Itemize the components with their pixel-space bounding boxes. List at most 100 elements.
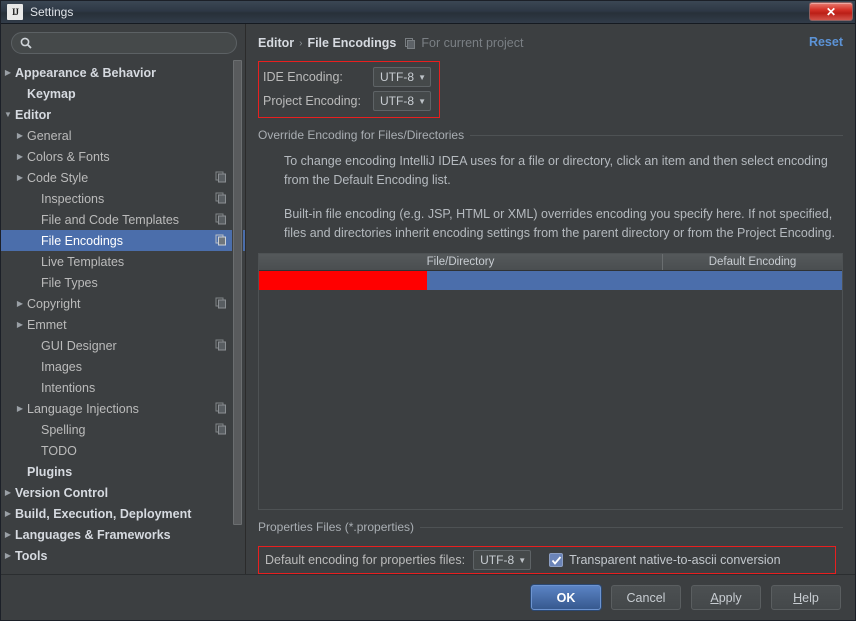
sidebar-item-file-encodings[interactable]: File Encodings [1,230,245,251]
properties-section-title: Properties Files (*.properties) [258,520,415,534]
chevron-right-icon[interactable]: ▶ [13,173,27,182]
chevron-right-icon[interactable]: ▶ [13,320,27,329]
project-settings-icon [215,171,226,183]
project-settings-icon [215,192,226,204]
settings-sidebar: ▶ Appearance & Behavior Keymap ▼ Editor ▶ Gene… [1,24,246,574]
chevron-right-icon[interactable]: ▶ [1,509,15,518]
sidebar-item-inspections[interactable]: Inspections [1,188,245,209]
reset-link[interactable]: Reset [809,35,843,49]
project-encoding-label: Project Encoding: [263,94,361,108]
transparent-conversion-checkbox[interactable]: Transparent native-to-ascii conversion [549,553,781,567]
sidebar-item-images[interactable]: Images [1,356,245,377]
chevron-down-icon[interactable]: ▼ [1,110,15,119]
chevron-right-icon[interactable]: ▶ [1,68,15,77]
sidebar-item-plugins[interactable]: Plugins [1,461,245,482]
properties-encoding-dropdown[interactable]: UTF-8 ▼ [473,550,532,570]
sidebar-item-label: Inspections [41,191,105,206]
settings-dialog: IJ Settings ✕ ▶ Appearance & Behavior Keym… [0,0,856,621]
sidebar-item-live-templates[interactable]: Live Templates [1,251,245,272]
sidebar-item-language-injections[interactable]: ▶ Language Injections [1,398,245,419]
sidebar-item-label: Appearance & Behavior [15,65,157,80]
help-button[interactable]: Help [771,585,841,610]
table-body[interactable] [259,271,842,509]
search-box[interactable] [11,32,237,54]
project-scope-icon [405,38,416,49]
sidebar-item-editor[interactable]: ▼ Editor [1,104,245,125]
sidebar-item-label: File Encodings [41,233,123,248]
chevron-right-icon[interactable]: ▶ [13,404,27,413]
cancel-button[interactable]: Cancel [611,585,681,610]
sidebar-item-colors-fonts[interactable]: ▶ Colors & Fonts [1,146,245,167]
sidebar-item-label: Copyright [27,296,81,311]
sidebar-item-label: Language Injections [27,401,139,416]
sidebar-item-intentions[interactable]: Intentions [1,377,245,398]
dialog-footer: OK Cancel Apply Help [1,574,855,620]
project-encoding-value: UTF-8 [380,94,414,108]
sidebar-item-spelling[interactable]: Spelling [1,419,245,440]
section-divider [420,526,843,528]
properties-section-header: Properties Files (*.properties) [258,520,843,534]
chevron-right-icon[interactable]: ▶ [1,488,15,497]
search-icon [20,37,32,49]
sidebar-item-gui-designer[interactable]: GUI Designer [1,335,245,356]
ide-encoding-dropdown[interactable]: UTF-8 ▼ [373,67,431,87]
chevron-right-icon[interactable]: ▶ [13,299,27,308]
help-rest: elp [802,590,819,605]
sidebar-item-keymap[interactable]: Keymap [1,83,245,104]
sidebar-item-languages-frameworks[interactable]: ▶ Languages & Frameworks [1,524,245,545]
sidebar-item-label: Plugins [27,464,73,479]
close-icon[interactable]: ✕ [809,2,853,21]
sidebar-item-version-control[interactable]: ▶ Version Control [1,482,245,503]
apply-mnemonic: A [710,590,719,605]
sidebar-item-appearance-behavior[interactable]: ▶ Appearance & Behavior [1,62,245,83]
sidebar-item-label: File Types [41,275,98,290]
sidebar-item-label: Editor [15,107,52,122]
sidebar-scrollbar-thumb[interactable] [233,60,242,525]
sidebar-item-label: Images [41,359,82,374]
scope-text: For current project [421,36,524,50]
help-mnemonic: H [793,590,803,605]
sidebar-item-label: Build, Execution, Deployment [15,506,192,521]
override-table[interactable]: File/Directory Default Encoding [258,253,843,510]
breadcrumb-parent[interactable]: Editor [258,36,294,50]
table-header: File/Directory Default Encoding [259,254,842,271]
ok-button[interactable]: OK [531,585,601,610]
project-settings-icon [215,213,226,225]
sidebar-item-file-types[interactable]: File Types [1,272,245,293]
sidebar-item-label: Languages & Frameworks [15,527,171,542]
sidebar-item-label: Intentions [41,380,96,395]
override-paragraph-1: To change encoding IntelliJ IDEA uses fo… [284,154,828,187]
sidebar-item-label: Keymap [27,86,76,101]
breadcrumb-separator-icon: › [299,37,303,49]
sidebar-scrollbar-track[interactable] [232,60,243,568]
chevron-right-icon[interactable]: ▶ [13,152,27,161]
file-encodings-panel: Editor › File Encodings For current proj… [246,24,855,574]
properties-encoding-value: UTF-8 [480,553,515,567]
sidebar-item-tools[interactable]: ▶ Tools [1,545,245,566]
column-header-file-directory[interactable]: File/Directory [259,254,663,270]
sidebar-item-label: Colors & Fonts [27,149,110,164]
sidebar-item-todo[interactable]: TODO [1,440,245,461]
apply-button[interactable]: Apply [691,585,761,610]
sidebar-item-file-and-code-templates[interactable]: File and Code Templates [1,209,245,230]
checkbox-box[interactable] [549,553,564,567]
project-encoding-dropdown[interactable]: UTF-8 ▼ [373,91,431,111]
table-row[interactable] [259,271,842,290]
apply-rest: pply [718,590,742,605]
ide-encoding-row: IDE Encoding: UTF-8 ▼ [263,65,435,89]
settings-tree[interactable]: ▶ Appearance & Behavior Keymap ▼ Editor ▶ Gene… [1,60,245,574]
override-paragraph-2: Built-in file encoding (e.g. JSP, HTML o… [284,207,835,240]
sidebar-item-code-style[interactable]: ▶ Code Style [1,167,245,188]
chevron-right-icon[interactable]: ▶ [13,131,27,140]
sidebar-item-label: Emmet [27,317,67,332]
sidebar-item-general[interactable]: ▶ General [1,125,245,146]
chevron-right-icon[interactable]: ▶ [1,551,15,560]
sidebar-item-emmet[interactable]: ▶ Emmet [1,314,245,335]
column-header-default-encoding[interactable]: Default Encoding [663,254,842,270]
sidebar-item-build-execution-deployment[interactable]: ▶ Build, Execution, Deployment [1,503,245,524]
search-input[interactable] [37,36,228,50]
ide-encoding-label: IDE Encoding: [263,70,343,84]
sidebar-item-copyright[interactable]: ▶ Copyright [1,293,245,314]
chevron-right-icon[interactable]: ▶ [1,530,15,539]
project-settings-icon [215,297,226,309]
